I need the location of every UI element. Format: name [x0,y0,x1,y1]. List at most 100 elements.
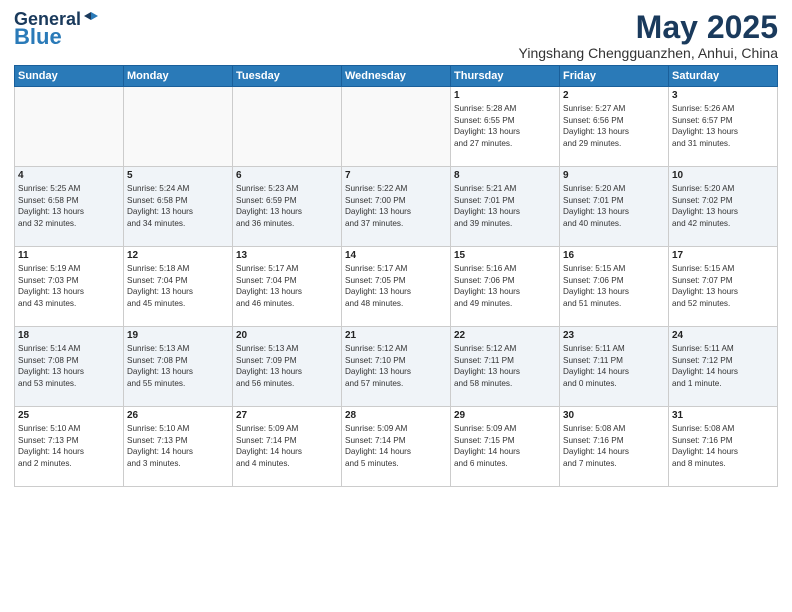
day-number: 15 [454,250,556,261]
day-info: Sunrise: 5:12 AM Sunset: 7:10 PM Dayligh… [345,343,447,389]
calendar-table: SundayMondayTuesdayWednesdayThursdayFrid… [14,65,778,487]
page: General Blue May 2025 Yingshang Chenggua… [0,0,792,612]
day-info: Sunrise: 5:18 AM Sunset: 7:04 PM Dayligh… [127,263,229,309]
day-number: 20 [236,330,338,341]
week-row-1: 1 Sunrise: 5:28 AM Sunset: 6:55 PM Daylig… [15,87,778,167]
day-cell-14: 14Sunrise: 5:17 AM Sunset: 7:05 PM Dayli… [342,247,451,327]
week-row-5: 25 Sunrise: 5:10 AM Sunset: 7:13 PM Dayli… [15,407,778,487]
day-cell-1: 1 Sunrise: 5:28 AM Sunset: 6:55 PM Daylig… [451,87,560,167]
day-number: 14 [345,250,447,261]
week-row-3: 11Sunrise: 5:19 AM Sunset: 7:03 PM Dayli… [15,247,778,327]
day-number: 24 [672,330,774,341]
day-info: Sunrise: 5:11 AM Sunset: 7:12 PM Dayligh… [672,343,774,389]
day-info: Sunrise: 5:10 AM Sunset: 7:13 PM Dayligh… [18,423,120,469]
day-cell-11: 11Sunrise: 5:19 AM Sunset: 7:03 PM Dayli… [15,247,124,327]
day-number: 19 [127,330,229,341]
day-number: 27 [236,410,338,421]
day-cell-20: 20 Sunrise: 5:13 AM Sunset: 7:09 PM Dayli… [233,327,342,407]
day-info: Sunrise: 5:15 AM Sunset: 7:06 PM Dayligh… [563,263,665,309]
day-cell-13: 13 Sunrise: 5:17 AM Sunset: 7:04 PM Dayli… [233,247,342,327]
day-cell-23: 23 Sunrise: 5:11 AM Sunset: 7:11 PM Dayli… [560,327,669,407]
day-number: 17 [672,250,774,261]
empty-cell [233,87,342,167]
day-cell-22: 22 Sunrise: 5:12 AM Sunset: 7:11 PM Dayli… [451,327,560,407]
weekday-header-thursday: Thursday [451,66,560,87]
day-cell-5: 5 Sunrise: 5:24 AM Sunset: 6:58 PM Daylig… [124,167,233,247]
day-number: 13 [236,250,338,261]
weekday-header-row: SundayMondayTuesdayWednesdayThursdayFrid… [15,66,778,87]
empty-cell [124,87,233,167]
day-number: 18 [18,330,120,341]
day-number: 26 [127,410,229,421]
day-number: 28 [345,410,447,421]
day-number: 29 [454,410,556,421]
day-number: 31 [672,410,774,421]
day-info: Sunrise: 5:13 AM Sunset: 7:08 PM Dayligh… [127,343,229,389]
day-number: 3 [672,90,774,101]
day-cell-25: 25 Sunrise: 5:10 AM Sunset: 7:13 PM Dayli… [15,407,124,487]
day-cell-28: 28Sunrise: 5:09 AM Sunset: 7:14 PM Dayli… [342,407,451,487]
day-info: Sunrise: 5:27 AM Sunset: 6:56 PM Dayligh… [563,103,665,149]
day-info: Sunrise: 5:21 AM Sunset: 7:01 PM Dayligh… [454,183,556,229]
day-number: 9 [563,170,665,181]
logo-blue: Blue [14,26,62,48]
day-number: 4 [18,170,120,181]
day-info: Sunrise: 5:16 AM Sunset: 7:06 PM Dayligh… [454,263,556,309]
day-cell-8: 8Sunrise: 5:21 AM Sunset: 7:01 PM Daylig… [451,167,560,247]
day-cell-12: 12Sunrise: 5:18 AM Sunset: 7:04 PM Dayli… [124,247,233,327]
day-number: 10 [672,170,774,181]
day-number: 2 [563,90,665,101]
day-cell-10: 10Sunrise: 5:20 AM Sunset: 7:02 PM Dayli… [669,167,778,247]
empty-cell [15,87,124,167]
calendar-subtitle: Yingshang Chengguanzhen, Anhui, China [519,45,778,61]
weekday-header-friday: Friday [560,66,669,87]
day-info: Sunrise: 5:28 AM Sunset: 6:55 PM Dayligh… [454,103,556,149]
day-number: 6 [236,170,338,181]
day-info: Sunrise: 5:09 AM Sunset: 7:15 PM Dayligh… [454,423,556,469]
day-cell-3: 3 Sunrise: 5:26 AM Sunset: 6:57 PM Daylig… [669,87,778,167]
day-info: Sunrise: 5:26 AM Sunset: 6:57 PM Dayligh… [672,103,774,149]
day-number: 5 [127,170,229,181]
day-cell-24: 24 Sunrise: 5:11 AM Sunset: 7:12 PM Dayli… [669,327,778,407]
day-info: Sunrise: 5:13 AM Sunset: 7:09 PM Dayligh… [236,343,338,389]
day-cell-21: 21 Sunrise: 5:12 AM Sunset: 7:10 PM Dayli… [342,327,451,407]
day-cell-7: 7 Sunrise: 5:22 AM Sunset: 7:00 PM Daylig… [342,167,451,247]
day-number: 1 [454,90,556,101]
title-block: May 2025 Yingshang Chengguanzhen, Anhui,… [519,10,778,61]
day-info: Sunrise: 5:25 AM Sunset: 6:58 PM Dayligh… [18,183,120,229]
day-info: Sunrise: 5:08 AM Sunset: 7:16 PM Dayligh… [672,423,774,469]
day-cell-30: 30 Sunrise: 5:08 AM Sunset: 7:16 PM Dayli… [560,407,669,487]
day-info: Sunrise: 5:17 AM Sunset: 7:04 PM Dayligh… [236,263,338,309]
day-info: Sunrise: 5:12 AM Sunset: 7:11 PM Dayligh… [454,343,556,389]
day-info: Sunrise: 5:10 AM Sunset: 7:13 PM Dayligh… [127,423,229,469]
day-cell-18: 18Sunrise: 5:14 AM Sunset: 7:08 PM Dayli… [15,327,124,407]
day-number: 25 [18,410,120,421]
day-info: Sunrise: 5:08 AM Sunset: 7:16 PM Dayligh… [563,423,665,469]
day-cell-27: 27Sunrise: 5:09 AM Sunset: 7:14 PM Dayli… [233,407,342,487]
day-number: 7 [345,170,447,181]
day-info: Sunrise: 5:22 AM Sunset: 7:00 PM Dayligh… [345,183,447,229]
weekday-header-tuesday: Tuesday [233,66,342,87]
day-cell-4: 4 Sunrise: 5:25 AM Sunset: 6:58 PM Daylig… [15,167,124,247]
day-cell-6: 6Sunrise: 5:23 AM Sunset: 6:59 PM Daylig… [233,167,342,247]
day-number: 21 [345,330,447,341]
day-number: 23 [563,330,665,341]
day-cell-15: 15 Sunrise: 5:16 AM Sunset: 7:06 PM Dayli… [451,247,560,327]
day-info: Sunrise: 5:11 AM Sunset: 7:11 PM Dayligh… [563,343,665,389]
day-cell-17: 17Sunrise: 5:15 AM Sunset: 7:07 PM Dayli… [669,247,778,327]
day-cell-29: 29 Sunrise: 5:09 AM Sunset: 7:15 PM Dayli… [451,407,560,487]
day-number: 30 [563,410,665,421]
day-cell-31: 31 Sunrise: 5:08 AM Sunset: 7:16 PM Dayli… [669,407,778,487]
weekday-header-wednesday: Wednesday [342,66,451,87]
day-cell-9: 9Sunrise: 5:20 AM Sunset: 7:01 PM Daylig… [560,167,669,247]
day-cell-16: 16 Sunrise: 5:15 AM Sunset: 7:06 PM Dayli… [560,247,669,327]
day-number: 16 [563,250,665,261]
day-number: 11 [18,250,120,261]
header: General Blue May 2025 Yingshang Chenggua… [14,10,778,61]
day-info: Sunrise: 5:24 AM Sunset: 6:58 PM Dayligh… [127,183,229,229]
week-row-4: 18Sunrise: 5:14 AM Sunset: 7:08 PM Dayli… [15,327,778,407]
logo: General Blue [14,10,100,48]
empty-cell [342,87,451,167]
weekday-header-saturday: Saturday [669,66,778,87]
day-number: 22 [454,330,556,341]
